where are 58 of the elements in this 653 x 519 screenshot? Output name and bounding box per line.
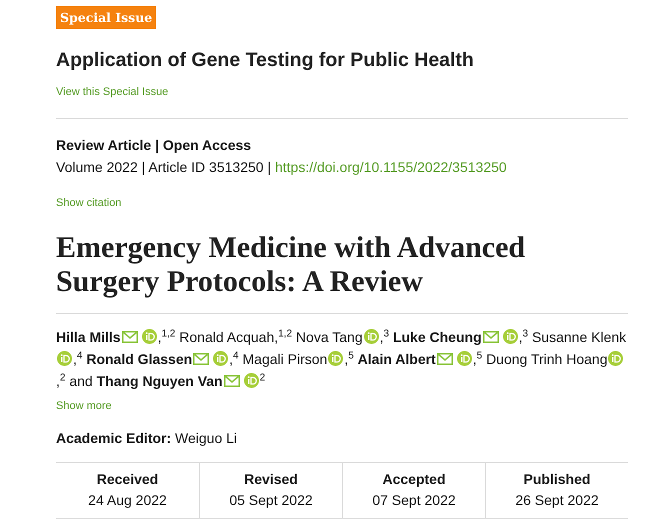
date-value: 05 Sept 2022 bbox=[229, 491, 313, 510]
orcid-icon[interactable] bbox=[364, 329, 379, 344]
email-icon[interactable] bbox=[482, 331, 499, 343]
orcid-icon[interactable] bbox=[502, 329, 518, 344]
affiliation-mark: 5 bbox=[348, 350, 354, 362]
author-name[interactable]: Magali Pirson bbox=[242, 351, 328, 367]
affiliation-mark: 5 bbox=[476, 350, 482, 362]
editor-name: Weiguo Li bbox=[175, 430, 238, 446]
orcid-icon[interactable] bbox=[213, 351, 228, 366]
date-label: Accepted bbox=[382, 470, 446, 489]
article-title: Emergency Medicine with Advanced Surgery Protocols: A Review bbox=[56, 231, 526, 299]
affiliation-mark: 4 bbox=[233, 350, 239, 362]
author-separator: , bbox=[56, 373, 60, 389]
author-name[interactable]: Thang Nguyen Van bbox=[96, 373, 223, 389]
date-value: 26 Sept 2022 bbox=[515, 491, 599, 510]
author-name[interactable]: Ronald Acquah, bbox=[179, 329, 278, 345]
author-separator: , bbox=[344, 351, 348, 367]
email-icon[interactable] bbox=[224, 375, 240, 387]
date-label: Published bbox=[524, 470, 590, 489]
author-separator: , bbox=[229, 351, 234, 367]
email-icon[interactable] bbox=[193, 353, 210, 365]
author-name[interactable]: Alain Albert bbox=[358, 351, 436, 367]
email-icon[interactable] bbox=[122, 331, 138, 343]
date-label: Received bbox=[96, 470, 158, 489]
author-joiner: and bbox=[69, 373, 93, 389]
affiliation-mark: 3 bbox=[384, 328, 390, 340]
author-name[interactable]: Nova Tang bbox=[296, 329, 363, 345]
article-meta: Volume 2022 | Article ID 3513250 | bbox=[56, 159, 272, 175]
special-issue-title: Application of Gene Testing for Public Health bbox=[56, 49, 475, 72]
author-separator: , bbox=[472, 351, 477, 367]
author-name[interactable]: Ronald Glassen bbox=[86, 351, 192, 367]
author-separator: , bbox=[380, 329, 384, 345]
affiliation-mark: 3 bbox=[522, 328, 528, 340]
author-separator: , bbox=[158, 329, 162, 345]
special-issue-badge: Special Issue bbox=[56, 6, 156, 29]
date-value: 24 Aug 2022 bbox=[88, 491, 167, 510]
orcid-icon[interactable] bbox=[608, 351, 624, 366]
author-name[interactable]: Susanne Klenk bbox=[532, 329, 626, 345]
affiliation-mark: 2 bbox=[60, 372, 66, 384]
author-name[interactable]: Hilla Mills bbox=[56, 329, 121, 345]
orcid-icon[interactable] bbox=[57, 351, 72, 366]
orcid-icon[interactable] bbox=[328, 351, 344, 366]
affiliation-mark: 1,2 bbox=[278, 328, 292, 340]
author-separator: , bbox=[73, 351, 77, 367]
article-type: Review Article | Open Access bbox=[56, 137, 252, 153]
editor-label: Academic Editor: bbox=[56, 430, 172, 446]
affiliation-mark: 4 bbox=[76, 350, 82, 362]
orcid-icon[interactable] bbox=[456, 351, 472, 366]
orcid-icon[interactable] bbox=[244, 373, 259, 388]
author-separator: , bbox=[518, 329, 523, 345]
affiliation-mark: 1,2 bbox=[161, 328, 176, 340]
date-label: Revised bbox=[244, 470, 298, 489]
email-icon[interactable] bbox=[436, 353, 453, 365]
date-value: 07 Sept 2022 bbox=[372, 491, 456, 510]
orcid-icon[interactable] bbox=[142, 329, 157, 344]
author-name[interactable]: Luke Cheung bbox=[392, 329, 482, 345]
affiliation-mark: 2 bbox=[260, 372, 266, 384]
author-name[interactable]: Duong Trinh Hoang bbox=[486, 351, 608, 367]
